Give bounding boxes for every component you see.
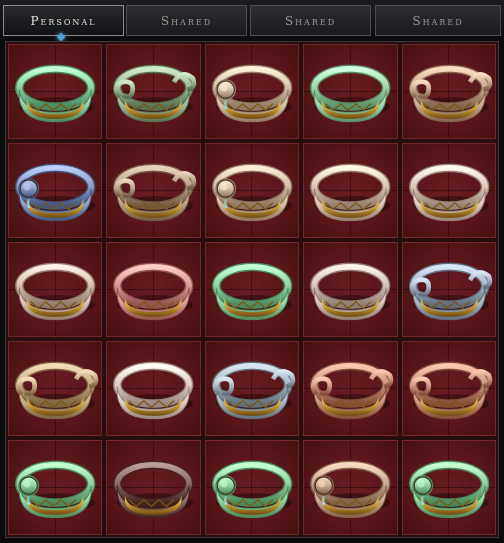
inventory-slot[interactable] <box>203 340 301 437</box>
inventory-slot[interactable] <box>203 439 301 536</box>
ring-icon <box>408 361 492 420</box>
inventory-slot[interactable] <box>105 439 202 536</box>
ring-icon <box>113 460 194 519</box>
inventory-slot[interactable] <box>7 241 104 338</box>
ring-icon <box>113 64 197 123</box>
ring-icon <box>15 163 96 222</box>
inventory-grid <box>5 41 499 538</box>
inventory-slot[interactable] <box>400 340 497 437</box>
inventory-slot[interactable] <box>105 241 202 338</box>
ring-icon <box>15 361 99 420</box>
inventory-slot[interactable] <box>7 142 104 239</box>
ring-icon <box>310 460 391 519</box>
inventory-slot[interactable] <box>302 142 399 239</box>
inventory-slot[interactable] <box>302 340 399 437</box>
ring-icon <box>408 64 492 123</box>
inventory-slot[interactable] <box>7 439 104 536</box>
inventory-slot[interactable] <box>203 142 301 239</box>
inventory-slot[interactable] <box>302 43 399 140</box>
ring-icon <box>408 262 492 321</box>
inventory-slot[interactable] <box>203 43 301 140</box>
ring-icon <box>310 262 391 321</box>
ring-icon <box>211 163 293 222</box>
tab-shared-2[interactable]: Shared <box>250 5 371 36</box>
inventory-slot[interactable] <box>105 43 202 140</box>
ring-icon <box>310 64 391 123</box>
ring-icon <box>113 361 194 420</box>
inventory-slot[interactable] <box>7 340 104 437</box>
ring-icon <box>211 64 293 123</box>
ring-icon <box>15 262 96 321</box>
inventory-slot[interactable] <box>400 142 497 239</box>
inventory-slot[interactable] <box>400 43 497 140</box>
ring-icon <box>113 262 194 321</box>
tab-shared-3[interactable]: Shared <box>375 5 501 36</box>
inventory-slot[interactable] <box>400 439 497 536</box>
inventory-slot[interactable] <box>302 241 399 338</box>
inventory-slot[interactable] <box>400 241 497 338</box>
ring-icon <box>408 460 489 519</box>
inventory-slot[interactable] <box>302 439 399 536</box>
ring-icon <box>310 361 394 420</box>
tab-shared-1[interactable]: Shared <box>126 5 247 36</box>
inventory-slot[interactable] <box>105 340 202 437</box>
stash-tab-bar: Personal Shared Shared Shared <box>0 0 504 42</box>
ring-icon <box>211 460 293 519</box>
tab-personal[interactable]: Personal <box>3 5 124 36</box>
ring-icon <box>15 64 96 123</box>
inventory-slot[interactable] <box>203 241 301 338</box>
ring-icon <box>113 163 197 222</box>
ring-icon <box>310 163 391 222</box>
ring-icon <box>211 262 293 321</box>
inventory-slot[interactable] <box>105 142 202 239</box>
ring-icon <box>15 460 96 519</box>
ring-icon <box>408 163 489 222</box>
ring-icon <box>211 361 296 420</box>
inventory-slot[interactable] <box>7 43 104 140</box>
